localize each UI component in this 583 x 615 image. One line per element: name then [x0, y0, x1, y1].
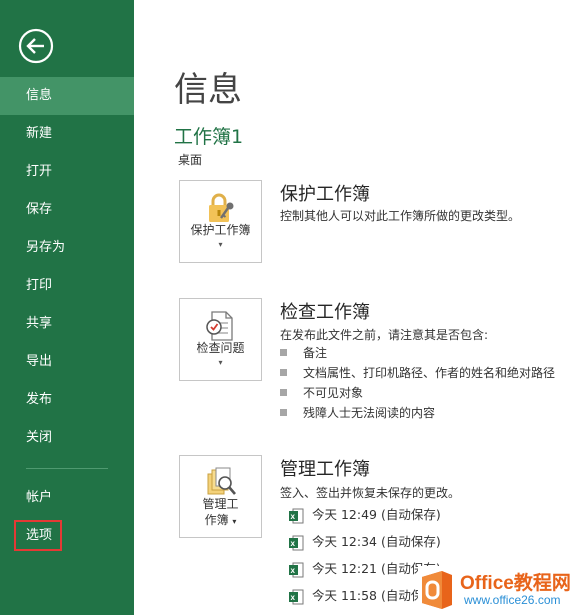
excel-file-icon: x — [289, 589, 304, 604]
inspect-bullet: 不可见对象 — [280, 383, 363, 403]
excel-file-icon: x — [289, 535, 304, 550]
bullet-icon — [280, 389, 287, 396]
site-watermark: Office教程网 www.office26.com — [418, 566, 583, 615]
nav-share[interactable]: 共享 — [0, 305, 134, 343]
version-label: 今天 12:49 (自动保存) — [312, 507, 441, 522]
inspect-bullet-text: 不可见对象 — [303, 386, 364, 400]
manage-workbook-icon — [207, 467, 236, 495]
nav-print[interactable]: 打印 — [0, 267, 134, 305]
excel-file-icon: x — [289, 508, 304, 523]
bullet-icon — [280, 369, 287, 376]
protect-workbook-label: 保护工作簿 — [190, 223, 251, 237]
chevron-down-icon: ▾ — [218, 240, 223, 249]
lock-key-icon — [209, 193, 234, 222]
inspect-bullet-text: 文档属性、打印机路径、作者的姓名和绝对路径 — [303, 366, 556, 380]
nav-open[interactable]: 打开 — [0, 153, 134, 191]
options-highlight-box — [14, 520, 62, 551]
nav-save[interactable]: 保存 — [0, 191, 134, 229]
inspect-bullet-text: 残障人士无法阅读的内容 — [303, 406, 436, 420]
workbook-name: 工作簿1 — [174, 126, 244, 148]
office-logo-icon — [422, 571, 452, 609]
nav-export[interactable]: 导出 — [0, 343, 134, 381]
bullet-icon — [280, 349, 287, 356]
protect-section-desc: 控制其他人可以对此工作簿所做的更改类型。 — [280, 209, 521, 223]
svg-text:x: x — [291, 566, 296, 575]
check-issues-label: 检查问题 — [196, 341, 245, 355]
manage-workbook-button[interactable]: 管理工 作簿 ▾ — [179, 455, 262, 538]
manage-workbook-label-text: 作簿 — [204, 513, 229, 527]
inspect-section-desc: 在发布此文件之前，请注意其是否包含: — [280, 328, 489, 342]
version-label: 今天 12:34 (自动保存) — [312, 534, 441, 549]
backstage-sidebar: 信息 新建 打开 保存 另存为 打印 共享 导出 发布 关闭 帐户 选项 — [0, 0, 134, 615]
check-issues-button[interactable]: 检查问题 ▾ — [179, 298, 262, 381]
backstage-main: 信息 工作簿1 桌面 保护工作簿 ▾ 保护工作簿 控制其他人可以对此工作簿所做的… — [134, 0, 583, 615]
version-item[interactable]: x 今天 11:58 (自动保 — [288, 585, 423, 607]
manage-section-title: 管理工作簿 — [280, 459, 370, 480]
svg-text:x: x — [291, 512, 296, 521]
version-item[interactable]: x 今天 12:34 (自动保存) — [288, 531, 441, 553]
version-label: 今天 11:58 (自动保 — [312, 588, 424, 603]
inspect-bullet: 备注 — [280, 343, 327, 363]
nav-info[interactable]: 信息 — [0, 77, 134, 115]
inspect-bullet-text: 备注 — [303, 346, 328, 360]
manage-workbook-label-line2: 作簿 ▾ — [180, 513, 261, 529]
nav-publish[interactable]: 发布 — [0, 381, 134, 419]
bullet-icon — [280, 409, 287, 416]
nav-new[interactable]: 新建 — [0, 115, 134, 153]
workbook-location: 桌面 — [178, 153, 203, 167]
svg-text:x: x — [291, 593, 296, 602]
manage-workbook-label-line1: 管理工 — [202, 497, 239, 511]
protect-workbook-button[interactable]: 保护工作簿 ▾ — [179, 180, 262, 263]
chevron-down-icon: ▾ — [218, 358, 223, 367]
nav-divider — [26, 468, 108, 469]
protect-section-title: 保护工作簿 — [280, 184, 370, 205]
excel-file-icon: x — [289, 562, 304, 577]
nav-close[interactable]: 关闭 — [0, 419, 134, 457]
nav-save-as[interactable]: 另存为 — [0, 229, 134, 267]
watermark-title: Office教程网 — [460, 573, 571, 594]
nav-account[interactable]: 帐户 — [0, 479, 134, 517]
inspect-section-title: 检查工作簿 — [280, 302, 370, 323]
back-arrow-icon — [18, 28, 54, 64]
page-title: 信息 — [174, 70, 242, 110]
inspect-document-icon — [206, 311, 233, 341]
inspect-bullet: 残障人士无法阅读的内容 — [280, 403, 435, 423]
inspect-bullet: 文档属性、打印机路径、作者的姓名和绝对路径 — [280, 363, 555, 383]
manage-section-desc: 签入、签出并恢复未保存的更改。 — [280, 486, 461, 500]
back-button[interactable] — [18, 28, 54, 64]
version-item[interactable]: x 今天 12:49 (自动保存) — [288, 504, 441, 526]
chevron-down-icon: ▾ — [232, 517, 237, 526]
watermark-url: www.office26.com — [464, 593, 561, 607]
svg-text:x: x — [291, 539, 296, 548]
